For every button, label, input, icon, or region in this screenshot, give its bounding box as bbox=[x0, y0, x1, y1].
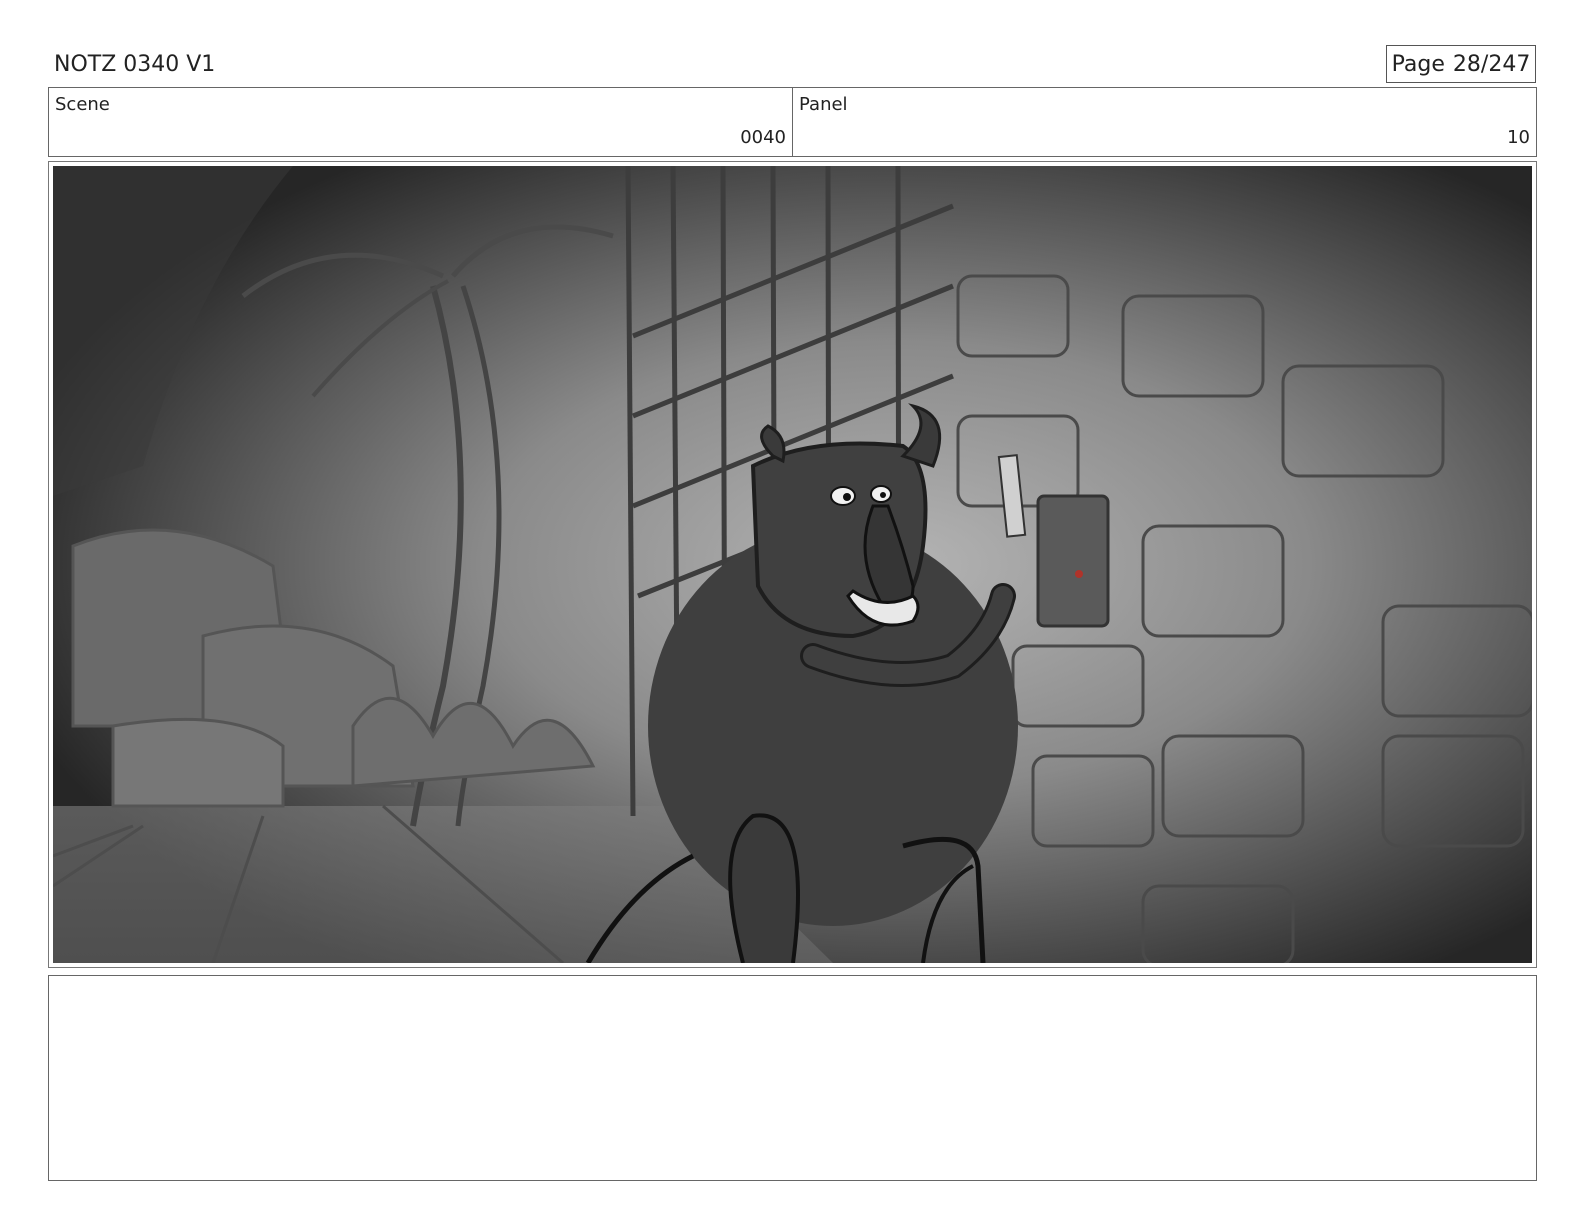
scene-value: 0040 bbox=[740, 127, 786, 148]
scene-cell: Scene 0040 bbox=[49, 88, 792, 156]
document-title: NOTZ 0340 V1 bbox=[54, 52, 216, 77]
panel-notes-box bbox=[48, 975, 1537, 1181]
page-number: 28/247 bbox=[1452, 51, 1531, 77]
scene-label: Scene bbox=[55, 94, 110, 115]
panel-value: 10 bbox=[1507, 127, 1530, 148]
panel-cell: Panel 10 bbox=[792, 88, 1536, 156]
scene-panel-info: Scene 0040 Panel 10 bbox=[48, 87, 1537, 157]
panel-label: Panel bbox=[799, 94, 848, 115]
storyboard-sketch bbox=[53, 166, 1532, 963]
page-label: Page bbox=[1391, 51, 1445, 77]
storyboard-panel-frame bbox=[48, 161, 1537, 968]
page-indicator: Page 28/247 bbox=[1386, 45, 1536, 83]
